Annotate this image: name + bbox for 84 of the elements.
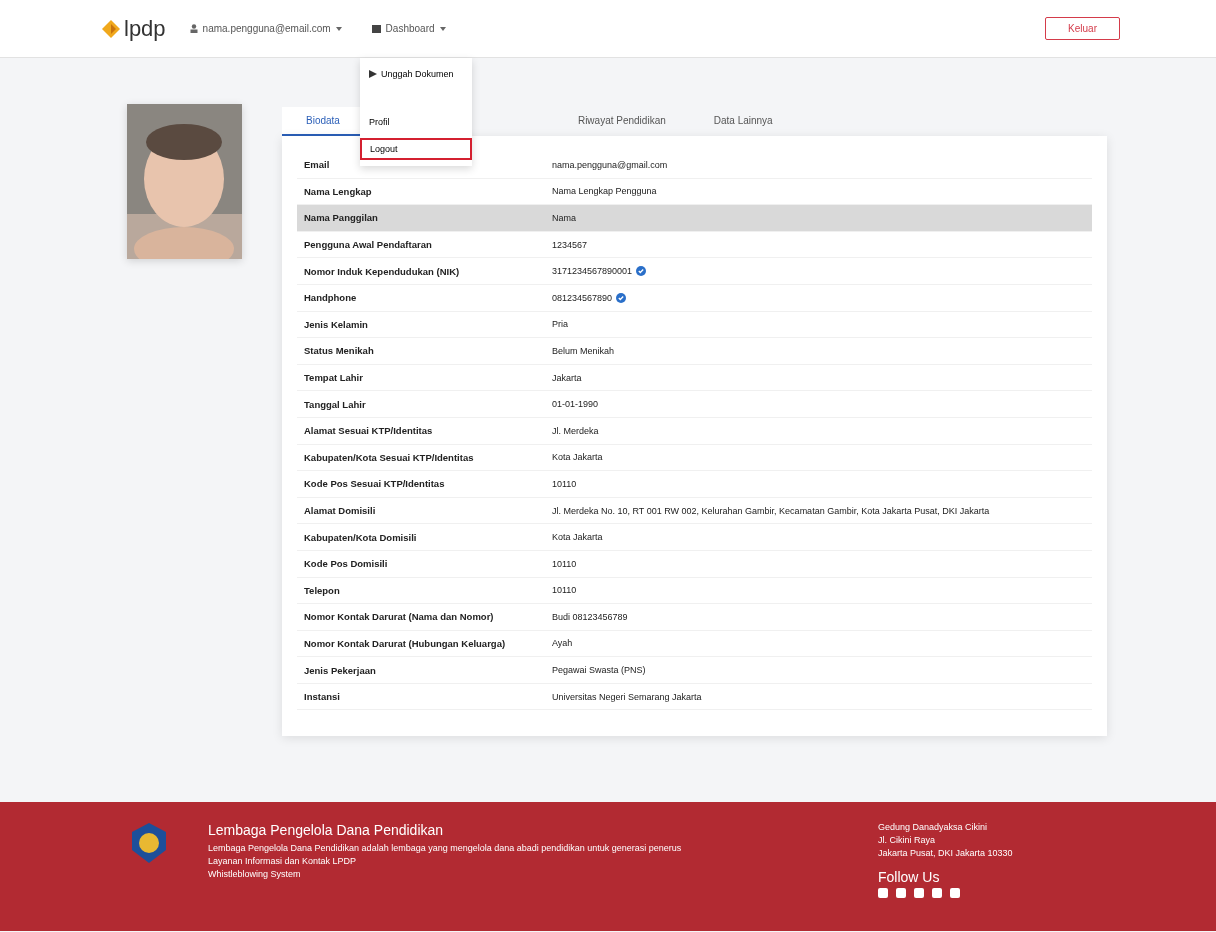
table-row[interactable]: Jenis Pekerjaan Pegawai Swasta (PNS) — [297, 657, 1092, 684]
field-label: Email — [303, 159, 331, 171]
table-row[interactable]: Nama Panggilan Nama — [297, 205, 1092, 232]
dashboard-icon — [371, 24, 381, 33]
table-row[interactable]: Nomor Kontak Darurat (Nama dan Nomor) Budi 08123456789 — [297, 604, 1092, 631]
follow-heading: Follow Us — [878, 869, 941, 885]
caret-icon — [439, 26, 446, 31]
logo-icon — [100, 17, 122, 40]
field-label: Jenis Pekerjaan — [303, 664, 377, 676]
field-value: Nama — [552, 213, 576, 223]
field-label: Telepon — [303, 584, 341, 596]
field-value: Pegawai Swasta (PNS) — [552, 665, 646, 676]
field-label: Pengguna Awal Pendaftaran — [303, 239, 433, 251]
address-line: Jl. Cikini Raya — [878, 835, 936, 845]
field-value: 10110 — [552, 558, 577, 569]
footer-title: Lembaga Pengelola Dana Pendidikan — [208, 822, 445, 838]
table-row[interactable]: Handphone 081234567890 — [297, 284, 1092, 312]
field-value: Budi 08123456789 — [552, 611, 628, 622]
field-value: Pria — [552, 319, 568, 330]
logout-button[interactable]: Keluar — [1045, 17, 1120, 40]
table-row[interactable]: Kode Pos Domisili 10110 — [297, 550, 1092, 578]
table-row[interactable]: Telepon 10110 — [297, 577, 1092, 605]
field-value: Kota Jakarta — [552, 532, 603, 543]
user-menu[interactable]: nama.pengguna@email.com — [183, 22, 348, 35]
field-label: Status Menikah — [303, 345, 375, 357]
field-value: 1234567 — [552, 239, 588, 250]
upload-icon — [369, 70, 377, 78]
table-row[interactable]: Tanggal Lahir 01-01-1990 — [297, 391, 1092, 418]
menu-item[interactable]: Unggah Dokumen — [360, 64, 472, 84]
address-line: Jakarta Pusat, DKI Jakarta 10330 — [878, 848, 1013, 858]
field-label: Kabupaten/Kota Sesuai KTP/Identitas — [303, 451, 475, 463]
field-label: Kabupaten/Kota Domisili — [303, 531, 418, 543]
table-row[interactable]: Kabupaten/Kota Sesuai KTP/Identitas Kota Jakarta — [297, 444, 1092, 472]
footer-link[interactable]: Layanan Informasi dan Kontak LPDP — [208, 856, 728, 866]
field-value: Jakarta — [552, 372, 582, 383]
field-label: Instansi — [303, 691, 341, 703]
field-label: Alamat Domisili — [303, 505, 377, 516]
table-row[interactable]: Nomor Kontak Darurat (Hubungan Keluarga) Ayah — [297, 630, 1092, 658]
table-row[interactable]: Jenis Kelamin Pria — [297, 311, 1092, 339]
field-value: Belum Menikah — [552, 345, 615, 356]
emblem-icon — [130, 822, 168, 864]
field-label: Alamat Sesuai KTP/Identitas — [303, 425, 434, 437]
table-row[interactable]: Pengguna Awal Pendaftaran 1234567 — [297, 231, 1092, 259]
footer-description: Lembaga Pengelola Dana Pendidikan adalah lembaga yang mengelola dana abadi pendidikan untuk generasi penerus — [208, 843, 683, 853]
field-label: Tempat Lahir — [303, 372, 364, 384]
field-label: Kode Pos Sesuai KTP/Identitas — [303, 478, 446, 490]
field-value: 081234567890 — [552, 292, 613, 303]
table-row[interactable]: Kode Pos Sesuai KTP/Identitas 10110 — [297, 471, 1092, 498]
tab[interactable]: Data Lainnya — [689, 107, 797, 136]
field-label: Handphone — [303, 292, 358, 304]
table-row[interactable]: Status Menikah Belum Menikah — [297, 338, 1092, 365]
logo-text[interactable]: lpdp — [124, 15, 166, 42]
table-row[interactable]: Nomor Induk Kependudukan (NIK) 3171234567890001 — [297, 258, 1092, 285]
field-value: 10110 — [552, 585, 577, 596]
tab[interactable]: Riwayat Pendidikan — [553, 107, 690, 136]
table-row[interactable]: Alamat Domisili Jl. Merdeka No. 10, RT 001 RW 002, Kelurahan Gambir, Kecamatan Gambir, Kota Jakarta Pusat, DKI Jakarta — [297, 497, 1092, 525]
table-row[interactable]: Alamat Sesuai KTP/Identitas Jl. Merdeka — [297, 417, 1092, 445]
field-value: 10110 — [552, 478, 577, 489]
menu-item[interactable]: Logout — [360, 138, 472, 160]
table-row[interactable]: Instansi Universitas Negeri Semarang Jakarta — [297, 683, 1092, 711]
field-label: Nomor Kontak Darurat (Hubungan Keluarga) — [303, 638, 507, 649]
table-row[interactable]: Tempat Lahir Jakarta — [297, 364, 1092, 392]
field-label: Nama Panggilan — [303, 212, 379, 224]
field-value: Universitas Negeri Semarang Jakarta — [552, 691, 702, 702]
field-label: Nama Lengkap — [303, 185, 373, 197]
field-label: Nomor Induk Kependudukan (NIK) — [303, 265, 461, 277]
field-value: Ayah — [552, 638, 573, 649]
user-icon — [189, 24, 198, 33]
field-value: Nama Lengkap Pengguna — [552, 186, 657, 197]
field-value: Jl. Merdeka — [552, 425, 599, 436]
field-label: Tanggal Lahir — [303, 398, 367, 410]
dashboard-menu[interactable]: Dashboard — [365, 22, 452, 35]
field-label: Jenis Kelamin — [303, 318, 369, 330]
table-row[interactable]: Kabupaten/Kota Domisili Kota Jakarta — [297, 524, 1092, 551]
address-line: Gedung Danadyaksa Cikini — [878, 822, 989, 832]
field-value: nama.pengguna@gmail.com — [552, 159, 668, 170]
field-value: Jl. Merdeka No. 10, RT 001 RW 002, Kelurahan Gambir, Kecamatan Gambir, Kota Jakarta Pusat, DKI Jakarta — [552, 505, 990, 516]
field-label: Nomor Kontak Darurat (Nama dan Nomor) — [303, 611, 495, 623]
field-value: Kota Jakarta — [552, 452, 603, 463]
footer-link[interactable]: Whistleblowing System — [208, 869, 728, 879]
field-value: 3171234567890001 — [552, 266, 633, 277]
caret-icon — [335, 26, 342, 31]
field-label: Kode Pos Domisili — [303, 558, 389, 570]
field-value: 01-01-1990 — [552, 399, 599, 410]
